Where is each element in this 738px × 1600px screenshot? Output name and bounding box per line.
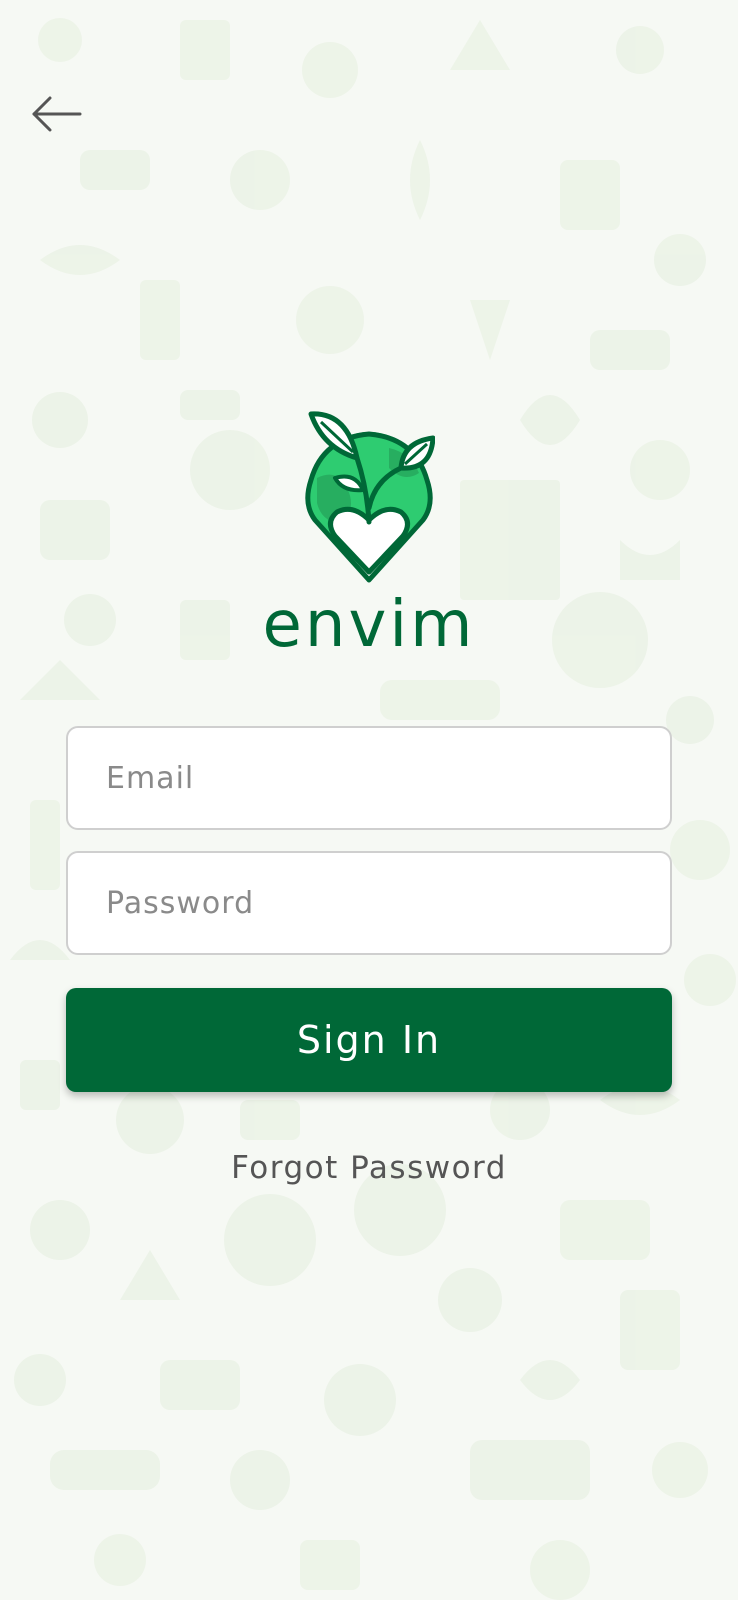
password-field[interactable] <box>66 851 672 955</box>
email-input[interactable] <box>68 728 670 828</box>
app-logo: envim <box>0 408 738 660</box>
forgot-password-link[interactable]: Forgot Password <box>0 1150 738 1186</box>
back-button[interactable] <box>28 92 84 136</box>
brand-name: envim <box>262 588 476 662</box>
arrow-left-icon <box>32 96 82 132</box>
email-field[interactable] <box>66 726 672 830</box>
password-input[interactable] <box>68 853 670 953</box>
sign-in-button[interactable]: Sign In <box>66 988 672 1092</box>
leaf-heart-globe-icon <box>305 411 435 583</box>
